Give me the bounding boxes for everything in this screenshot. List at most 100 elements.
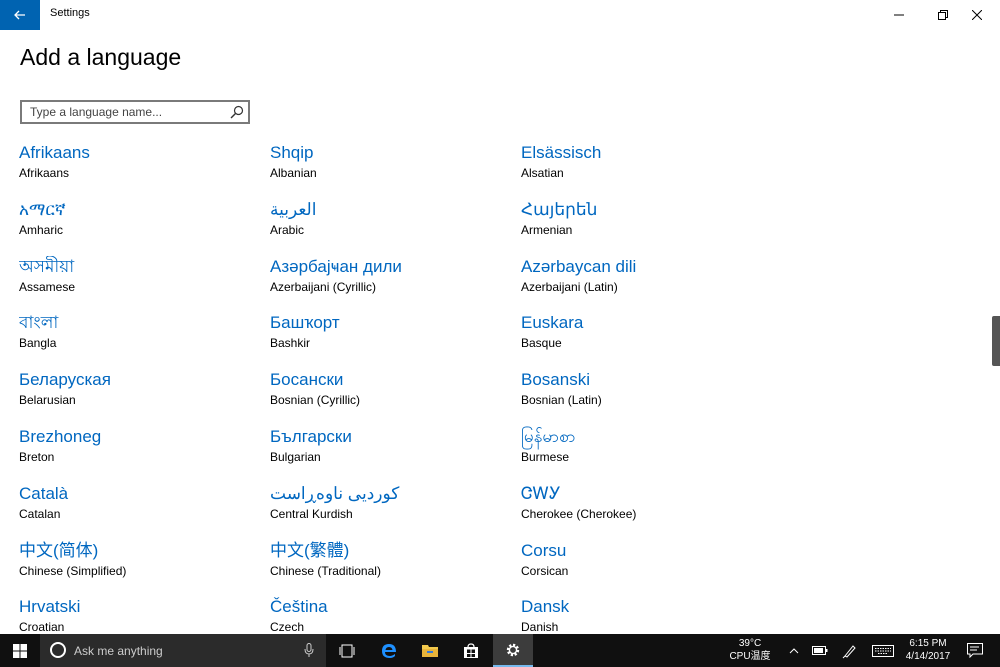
language-native-name: Corsu [521,540,567,560]
cortana-placeholder: Ask me anything [74,644,163,658]
language-native-name: Босански [270,370,344,390]
language-english-name: Danish [521,620,559,635]
task-view-button[interactable] [327,634,367,667]
language-english-name: Chinese (Simplified) [19,563,127,578]
language-item[interactable]: Corsu Corsican [521,540,772,597]
language-native-name: অসমীয়া [19,256,75,276]
language-item[interactable]: Azərbaycan dili Azerbaijani (Latin) [521,256,772,313]
touch-keyboard-button[interactable] [868,634,898,667]
language-native-name: Afrikaans [19,143,90,162]
language-native-name: Azərbaycan dili [521,256,637,276]
language-item[interactable]: 中文(繁體) Chinese (Traditional) [270,540,521,597]
language-native-name: العربية [270,199,317,219]
language-item[interactable]: ᏣᎳᎩ Cherokee (Cherokee) [521,483,772,540]
language-native-name: Elsässisch [521,143,602,162]
language-item[interactable]: العربية Arabic [270,199,521,256]
language-native-name: ᏣᎳᎩ [521,483,561,503]
language-search-box[interactable] [20,100,250,124]
cortana-icon [50,642,66,658]
language-english-name: Cherokee (Cherokee) [521,506,637,521]
cpu-temperature[interactable]: 39°C CPU温度 [722,637,778,663]
edge-button[interactable] [369,634,409,667]
language-item[interactable]: Азәрбајҹан дили Azerbaijani (Cyrillic) [270,256,521,313]
clock[interactable]: 6:15 PM 4/14/2017 [900,637,956,663]
language-english-name: Alsatian [521,166,564,180]
notification-icon [967,643,983,658]
language-list: Afrikaans Afrikaans Shqip Albanian Elsässisc… [19,142,789,653]
task-view-icon [339,644,355,657]
language-english-name: Azerbaijani (Cyrillic) [270,279,377,294]
language-native-name: Català [19,483,69,503]
language-native-name: 中文(繁體) [270,540,350,560]
language-item[interactable]: አማርኛ Amharic [19,199,270,256]
language-item[interactable]: Català Catalan [19,483,270,540]
pen-icon [842,644,856,658]
gear-icon [506,643,520,656]
language-native-name: Dansk [521,597,570,617]
battery-button[interactable] [808,634,832,667]
language-item[interactable]: 中文(简体) Chinese (Simplified) [19,540,270,597]
language-native-name: Euskara [521,313,584,333]
language-item[interactable]: Shqip Albanian [270,142,521,199]
title-bar: Settings [0,0,1000,30]
show-hidden-icons-button[interactable] [784,634,804,667]
pen-button[interactable] [838,634,862,667]
search-icon[interactable] [230,105,244,119]
language-search-input[interactable] [30,104,226,120]
file-explorer-button[interactable] [410,634,450,667]
language-item[interactable]: Беларуская Belarusian [19,369,270,426]
close-button[interactable] [954,0,1000,30]
language-native-name: Азәрбајҹан дили [270,256,402,276]
language-native-name: বাংলা [19,313,59,333]
battery-icon [812,646,828,655]
language-english-name: Amharic [19,222,64,237]
clock-date: 4/14/2017 [905,651,951,662]
start-button[interactable] [0,634,40,667]
language-item[interactable]: မြန်မာစာ Burmese [521,426,772,483]
language-item[interactable]: অসমীয়া Assamese [19,256,270,313]
language-item[interactable]: Brezhoneg Breton [19,426,270,483]
language-item[interactable]: Bosanski Bosnian (Latin) [521,369,772,426]
taskbar: Ask me anything 39°C CPU温度 6:15 PM 4/14/… [0,634,1000,667]
scrollbar-thumb[interactable] [992,316,1000,366]
language-native-name: Hrvatski [19,597,81,617]
language-native-name: አማርኛ [19,199,66,219]
restore-icon [938,10,948,20]
windows-logo-icon [13,643,27,658]
language-english-name: Belarusian [19,393,76,408]
language-native-name: Čeština [270,597,328,617]
language-english-name: Burmese [521,449,570,464]
microphone-icon[interactable] [304,643,314,658]
cortana-search-box[interactable]: Ask me anything [40,634,326,667]
folder-icon [422,645,438,657]
page-title: Add a language [20,44,182,70]
language-item[interactable]: Босански Bosnian (Cyrillic) [270,369,521,426]
language-item[interactable]: کوردیی ناوەڕاست Central Kurdish [270,483,521,540]
store-icon [464,642,478,658]
language-native-name: Български [270,426,352,446]
language-item[interactable]: Euskara Basque [521,312,772,369]
language-english-name: Azerbaijani (Latin) [521,279,618,294]
language-english-name: Bulgarian [270,449,321,464]
minimize-button[interactable] [876,0,922,30]
language-item[interactable]: Башҡорт Bashkir [270,312,521,369]
language-native-name: کوردیی ناوەڕاست [270,483,400,503]
language-english-name: Czech [270,620,305,635]
language-english-name: Armenian [521,222,573,237]
language-english-name: Albanian [270,166,317,180]
language-native-name: 中文(简体) [19,540,99,560]
language-item[interactable]: Elsässisch Alsatian [521,142,772,199]
language-english-name: Bosnian (Latin) [521,393,602,408]
language-item[interactable]: বাংলা Bangla [19,312,270,369]
language-item[interactable]: Български Bulgarian [270,426,521,483]
language-item[interactable]: Afrikaans Afrikaans [19,142,270,199]
language-item[interactable]: Հայերեն Armenian [521,199,772,256]
action-center-button[interactable] [962,634,988,667]
store-button[interactable] [451,634,491,667]
settings-taskbar-button[interactable] [493,634,533,667]
back-button[interactable] [0,0,40,30]
temperature-value: 39°C [738,638,762,649]
language-native-name: Brezhoneg [19,426,102,446]
language-native-name: Беларуская [19,370,111,390]
language-english-name: Catalan [19,506,61,521]
